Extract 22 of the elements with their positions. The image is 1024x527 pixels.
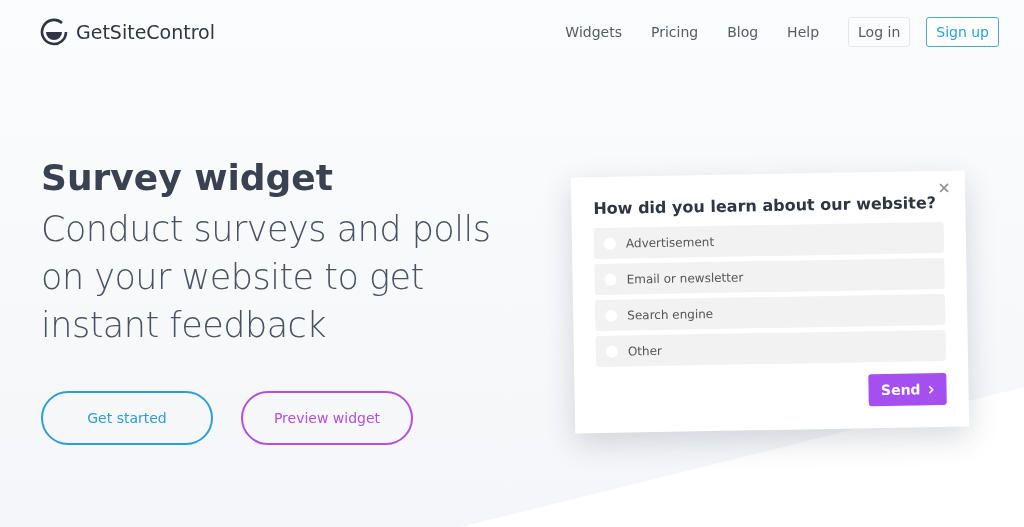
- option-label: Search engine: [627, 306, 714, 322]
- hero-title: Survey widget: [41, 156, 334, 200]
- nav-link[interactable]: Blog: [727, 24, 759, 40]
- send-button[interactable]: Send: [868, 372, 947, 407]
- nav-link[interactable]: Widgets: [565, 24, 622, 40]
- login-button[interactable]: Log in: [848, 17, 911, 47]
- survey-option[interactable]: Email or newsletter: [594, 257, 945, 296]
- nav-link[interactable]: Help: [787, 24, 820, 40]
- nav-link[interactable]: Pricing: [650, 24, 699, 40]
- hero-subtitle: Conduct surveys and polls on your website to get instant feedback: [41, 208, 492, 347]
- option-label: Advertisement: [625, 234, 715, 250]
- preview-widget-button[interactable]: Preview widget: [241, 391, 413, 445]
- survey-option[interactable]: Advertisement: [593, 221, 945, 260]
- survey-option[interactable]: Search engine: [594, 293, 946, 332]
- close-icon[interactable]: [938, 182, 950, 194]
- option-label: Email or newsletter: [626, 269, 744, 286]
- chevron-icon: [927, 383, 935, 395]
- logo-text: GetSiteControl: [76, 21, 216, 43]
- survey-option[interactable]: Other: [595, 329, 947, 368]
- survey-question: How did you learn about our website?: [593, 192, 938, 219]
- logo-icon: [40, 18, 68, 46]
- option-label: Other: [627, 343, 663, 358]
